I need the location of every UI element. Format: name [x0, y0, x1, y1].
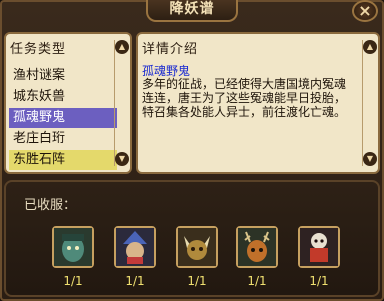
- blue-hat-monster-icon: [116, 228, 154, 266]
- monster-count: 1/1: [125, 274, 145, 288]
- close-icon: ×: [358, 1, 372, 20]
- monster-count: 1/1: [187, 274, 207, 288]
- task-item-stone-formation[interactable]: 东胜石阵: [9, 150, 117, 170]
- scroll-down-icon[interactable]: ▼: [363, 152, 377, 166]
- task-type-header: 任务类型: [10, 42, 67, 57]
- task-type-list: 渔村谜案 城东妖兽 孤魂野鬼 老庄白珩 东胜石阵: [9, 66, 117, 171]
- close-button[interactable]: ×: [352, 0, 378, 22]
- detail-panel: 详情介绍 孤魂野鬼 多年的征战，已经使得大唐国境内冤魂连连，唐王为了这些冤魂能早…: [136, 32, 380, 174]
- monster-slot[interactable]: [298, 226, 340, 268]
- red-demon-monster-icon: [300, 228, 338, 266]
- antlered-beast-monster-icon: [238, 228, 276, 266]
- scroll-up-icon[interactable]: ▲: [363, 40, 377, 54]
- scroll-up-icon[interactable]: ▲: [115, 40, 129, 54]
- detail-description: 多年的征战，已经使得大唐国境内冤魂连连，唐王为了这些冤魂能早日投胎，特召集各处能…: [142, 77, 347, 119]
- task-item-fishing-village[interactable]: 渔村谜案: [9, 66, 117, 86]
- task-item-lonely-ghosts[interactable]: 孤魂野鬼: [9, 108, 117, 128]
- horned-beast-monster-icon: [178, 228, 216, 266]
- task-type-panel: 任务类型 渔村谜案 城东妖兽 孤魂野鬼 老庄白珩 东胜石阵 ▲ ▼: [4, 32, 132, 174]
- monster-count: 1/1: [63, 274, 83, 288]
- task-item-east-city-beast[interactable]: 城东妖兽: [9, 87, 117, 107]
- task-list-scrollbar[interactable]: ▲ ▼: [114, 40, 129, 166]
- monster-slot[interactable]: [236, 226, 278, 268]
- monster-slot[interactable]: [114, 226, 156, 268]
- monster-count: 1/1: [309, 274, 329, 288]
- window-title: 降妖谱: [146, 0, 238, 22]
- collected-label: 已收服：: [24, 198, 77, 213]
- detail-scrollbar[interactable]: ▲ ▼: [362, 40, 377, 166]
- green-ghost-monster-icon: [54, 228, 92, 266]
- task-item-old-village[interactable]: 老庄白珩: [9, 129, 117, 149]
- monster-slot[interactable]: [52, 226, 94, 268]
- scroll-down-icon[interactable]: ▼: [115, 152, 129, 166]
- monster-slot[interactable]: [176, 226, 218, 268]
- monster-count: 1/1: [247, 274, 267, 288]
- detail-header: 详情介绍: [142, 42, 199, 57]
